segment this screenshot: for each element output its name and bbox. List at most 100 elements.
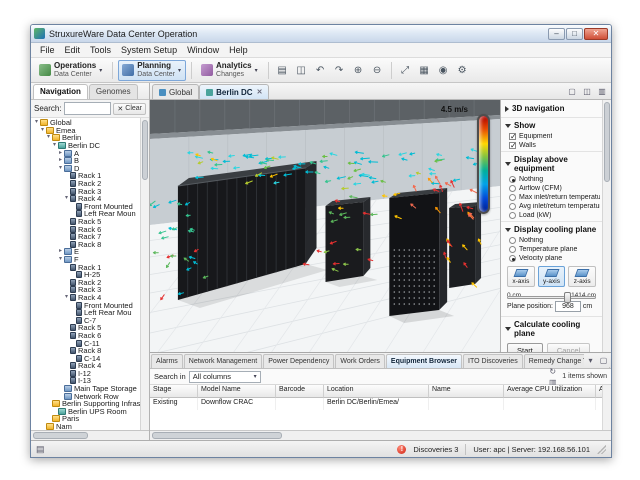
discoveries-status[interactable]: Discoveries 3 — [413, 445, 458, 454]
chevron-down-icon[interactable]: ▾ — [99, 67, 102, 74]
checkbox-walls[interactable]: Walls — [501, 141, 602, 150]
layout-single-icon[interactable]: ▢ — [565, 85, 579, 98]
menu-window[interactable]: Window — [182, 44, 224, 56]
menu-system-setup[interactable]: System Setup — [116, 44, 182, 56]
radio-avg-inlet-return-temperature[interactable]: Avg inlet/return temperature — [501, 202, 602, 211]
section-show[interactable]: Show — [501, 117, 602, 132]
tree-collapse-icon[interactable]: ▾ — [57, 256, 64, 263]
radio-temperature-plane[interactable]: Temperature plane — [501, 245, 602, 254]
bottom-tab-power-dependency[interactable]: Power Dependency — [263, 354, 334, 368]
column-header-location[interactable]: Location — [324, 385, 429, 398]
tree-collapse-icon[interactable]: ▾ — [33, 119, 40, 126]
bottom-tab-alarms[interactable]: Alarms — [151, 354, 183, 368]
3d-viewport[interactable]: 4.5 m/s — [150, 100, 501, 352]
tree-collapse-icon[interactable]: ▾ — [39, 127, 46, 134]
column-header-barcode[interactable]: Barcode — [276, 385, 324, 398]
column-header-average-cpu-utilization[interactable]: Average CPU Utilization — [504, 385, 596, 398]
close-button[interactable]: ✕ — [584, 28, 608, 40]
section-calculate[interactable]: Calculate cooling plane — [501, 316, 602, 340]
tasks-icon[interactable]: ▤ — [36, 444, 45, 455]
perspective-operations[interactable]: OperationsData Center▾ — [35, 60, 107, 81]
layout-split-icon[interactable]: ◫ — [580, 85, 594, 98]
radio-max-inlet-return-temperature[interactable]: Max inlet/return temperature — [501, 193, 602, 202]
tree-collapse-icon[interactable]: ▾ — [45, 134, 52, 141]
minimize-button[interactable]: – — [548, 28, 565, 40]
tree-item-emea[interactable]: ▾Emea — [31, 127, 149, 135]
redo-icon[interactable]: ↷ — [331, 62, 348, 79]
undo-icon[interactable]: ↶ — [312, 62, 329, 79]
y-axis-button[interactable]: y-axis — [538, 266, 566, 287]
tree-item-global[interactable]: ▾Global — [31, 119, 149, 127]
maximize-panel-icon[interactable]: ▢ — [597, 354, 610, 367]
tree-item-a[interactable]: ▸A — [31, 149, 149, 157]
table-row[interactable]: ExistingDownflow CRACBerlin DC/Berlin/Em… — [150, 398, 611, 410]
refresh-icon[interactable]: ↻ — [547, 366, 558, 377]
z-axis-button[interactable]: z-axis — [568, 266, 596, 287]
start-button[interactable]: Start — [507, 343, 543, 352]
fit-view-icon[interactable]: ⤢ — [397, 62, 414, 79]
tree-vscrollbar[interactable] — [140, 118, 149, 430]
column-header-model-name[interactable]: Model Name — [198, 385, 276, 398]
table-vscrollbar[interactable] — [602, 385, 611, 430]
chevron-down-icon[interactable]: ▾ — [178, 67, 181, 74]
column-header-name[interactable]: Name — [429, 385, 504, 398]
section-display-above[interactable]: Display above equipment — [501, 151, 602, 175]
table-hscrollbar[interactable] — [150, 430, 611, 440]
slider-thumb[interactable] — [564, 292, 571, 303]
settings-icon[interactable]: ⚙ — [454, 62, 471, 79]
close-tab-icon[interactable]: ✕ — [257, 88, 263, 96]
bottom-tab-ito-discoveries[interactable]: ITO Discoveries — [463, 354, 523, 368]
zoom-in-icon[interactable]: ⊕ — [350, 62, 367, 79]
tree-item-rack-8[interactable]: Rack 8 — [31, 241, 149, 249]
perspective-planning[interactable]: PlanningData Center▾ — [118, 60, 186, 81]
menu-help[interactable]: Help — [224, 44, 253, 56]
tree-item-nam[interactable]: Nam — [31, 423, 149, 430]
section-cooling-plane[interactable]: Display cooling plane — [501, 221, 602, 236]
bottom-tab-network-management[interactable]: Network Management — [184, 354, 262, 368]
radio-velocity-plane[interactable]: Velocity plane — [501, 254, 602, 263]
radio-airflow-cfm[interactable]: Airflow (CFM) — [501, 184, 602, 193]
sidebar-tab-navigation[interactable]: Navigation — [33, 84, 88, 99]
maximize-button[interactable]: □ — [566, 28, 583, 40]
column-header-stage[interactable]: Stage — [150, 385, 198, 398]
menu-tools[interactable]: Tools — [85, 44, 116, 56]
bottom-tab-equipment-browser[interactable]: Equipment Browser — [386, 354, 462, 368]
perspective-analytics[interactable]: AnalyticsChanges▾ — [197, 60, 263, 81]
panel-vscrollbar[interactable] — [602, 100, 611, 352]
resize-grip[interactable] — [597, 445, 606, 454]
radio-load-kw[interactable]: Load (kW) — [501, 211, 602, 220]
menu-edit[interactable]: Edit — [60, 44, 86, 56]
tree-collapse-icon[interactable]: ▾ — [63, 195, 70, 202]
tree-expand-icon[interactable]: ▸ — [57, 150, 64, 157]
x-axis-button[interactable]: x-axis — [507, 266, 535, 287]
sidebar-hscrollbar[interactable] — [31, 430, 149, 440]
save-icon[interactable]: ▤ — [274, 62, 291, 79]
minimize-panel-icon[interactable]: ▾ — [584, 354, 597, 367]
tree-item-berlin-ups-room[interactable]: Berlin UPS Room — [31, 408, 149, 416]
sidebar-tab-genomes[interactable]: Genomes — [89, 84, 138, 99]
search-column-select[interactable]: All columns ▾ — [189, 371, 261, 383]
cancel-button[interactable]: Cancel — [547, 343, 590, 352]
editor-tab-global[interactable]: Global — [152, 84, 199, 99]
radio-nothing[interactable]: Nothing — [501, 175, 602, 184]
search-input[interactable] — [64, 102, 112, 115]
3d-scene[interactable] — [150, 100, 500, 352]
zoom-out-icon[interactable]: ⊖ — [369, 62, 386, 79]
tree-item-e[interactable]: ▸E — [31, 248, 149, 256]
tree-collapse-icon[interactable]: ▾ — [51, 142, 58, 149]
tree-item-berlin-dc[interactable]: ▾Berlin DC — [31, 142, 149, 150]
panel-header[interactable]: 3D navigation — [501, 100, 602, 116]
title-bar[interactable]: StruxureWare Data Center Operation – □ ✕ — [31, 25, 611, 43]
radio-nothing[interactable]: Nothing — [501, 236, 602, 245]
tree-expand-icon[interactable]: ▸ — [57, 248, 64, 255]
menu-file[interactable]: File — [35, 44, 60, 56]
bottom-tab-work-orders[interactable]: Work Orders — [335, 354, 385, 368]
tree-collapse-icon[interactable]: ▾ — [57, 165, 64, 172]
tree-expand-icon[interactable]: ▸ — [57, 157, 64, 164]
export-icon[interactable]: ◫ — [293, 62, 310, 79]
editor-tab-berlin-dc[interactable]: Berlin DC✕ — [199, 84, 269, 99]
tree-item-paris[interactable]: Paris — [31, 415, 149, 423]
layout-grid-icon[interactable]: ▥ — [595, 85, 609, 98]
clear-search-button[interactable]: ✕Clear — [113, 103, 146, 115]
tree-collapse-icon[interactable]: ▾ — [63, 294, 70, 301]
